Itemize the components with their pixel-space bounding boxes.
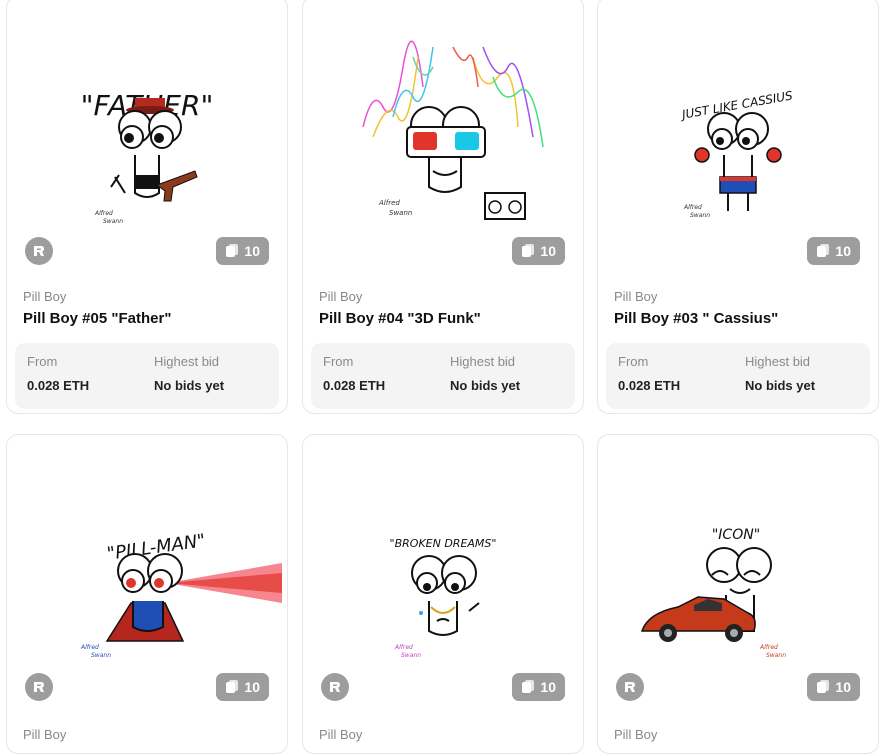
highest-bid-label: Highest bid [450,354,516,369]
edition-badge: 10 [807,673,860,701]
price-box: From 0.028 ETH Highest bid No bids yet [311,343,575,409]
edition-count: 10 [244,243,260,259]
price-box: From 0.028 ETH Highest bid No bids yet [606,343,870,409]
nft-card[interactable]: "BROKEN DREAMS" Alfred Swann 10 Pill Boy [302,434,584,754]
edition-count: 10 [244,679,260,695]
highest-bid-label: Highest bid [154,354,220,369]
svg-text:Alfred: Alfred [394,644,413,651]
highest-bid-value: No bids yet [450,378,521,393]
collection-name[interactable]: Pill Boy [319,289,362,304]
rarible-logo-icon [25,673,53,701]
svg-text:Alfred: Alfred [94,210,113,217]
from-label: From [618,354,649,369]
svg-text:Swann: Swann [91,652,111,659]
copies-icon [521,243,535,260]
nft-title[interactable]: Pill Boy #03 " Cassius" [614,310,778,327]
nft-card[interactable]: Alfred Swann 10 Pill Boy Pill Boy #04 "3… [302,0,584,414]
art-caption: "BROKEN DREAMS" [390,537,497,550]
nft-card[interactable]: JUST LIKE CASSIUS Alfred Swann 10 Pill B… [597,0,879,414]
from-label: From [323,354,354,369]
svg-text:Alfred: Alfred [683,204,702,211]
svg-text:Alfred: Alfred [759,644,778,651]
nft-card[interactable]: "PILL-MAN" Alfred Swann 10 Pill Boy [6,434,288,754]
rarible-logo-icon [25,237,53,265]
edition-count: 10 [540,243,556,259]
edition-badge: 10 [216,237,269,265]
collection-name[interactable]: Pill Boy [614,289,657,304]
svg-text:Alfred: Alfred [378,199,400,207]
copies-icon [225,243,239,260]
from-label: From [27,354,58,369]
collection-name[interactable]: Pill Boy [614,727,657,742]
nft-title[interactable]: Pill Boy #04 "3D Funk" [319,310,481,327]
svg-text:Swann: Swann [401,652,421,659]
svg-text:Swann: Swann [690,212,710,219]
price-value: 0.028 ETH [323,378,386,393]
nft-card[interactable]: "ICON" Alfred Swann 10 Pill Boy [597,434,879,754]
highest-bid-value: No bids yet [154,378,225,393]
collection-name[interactable]: Pill Boy [23,289,66,304]
svg-text:Swann: Swann [389,209,412,217]
price-value: 0.028 ETH [27,378,90,393]
edition-badge: 10 [216,673,269,701]
copies-icon [521,679,535,696]
edition-badge: 10 [512,673,565,701]
highest-bid-label: Highest bid [745,354,811,369]
svg-text:Swann: Swann [103,218,123,225]
copies-icon [816,243,830,260]
art-caption: JUST LIKE CASSIUS [679,88,794,122]
highest-bid-value: No bids yet [745,378,816,393]
collection-name[interactable]: Pill Boy [319,727,362,742]
svg-text:Alfred: Alfred [80,644,99,651]
edition-count: 10 [835,243,851,259]
copies-icon [816,679,830,696]
edition-count: 10 [835,679,851,695]
edition-badge: 10 [807,237,860,265]
rarible-logo-icon [321,673,349,701]
svg-text:Swann: Swann [766,652,786,659]
copies-icon [225,679,239,696]
nft-title[interactable]: Pill Boy #05 "Father" [23,310,171,327]
price-box: From 0.028 ETH Highest bid No bids yet [15,343,279,409]
nft-card[interactable]: "FATHER" Alfred Swann 10 Pill Boy Pill B… [6,0,288,414]
edition-badge: 10 [512,237,565,265]
edition-count: 10 [540,679,556,695]
rarible-logo-icon [616,673,644,701]
collection-name[interactable]: Pill Boy [23,727,66,742]
price-value: 0.028 ETH [618,378,681,393]
art-caption: "ICON" [712,527,760,543]
